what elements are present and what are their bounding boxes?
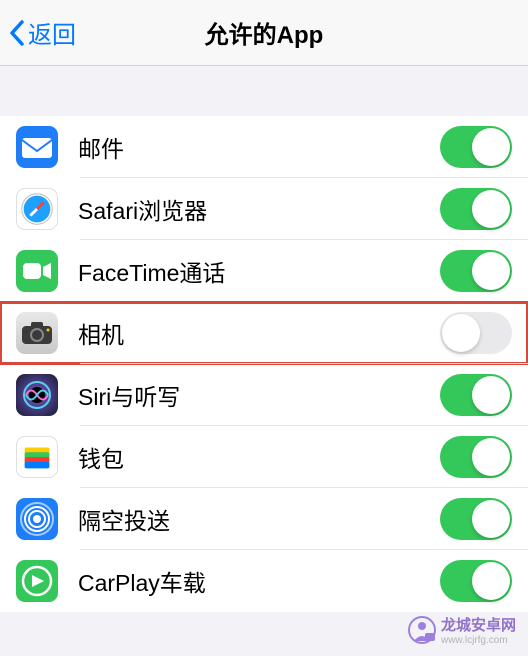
toggle-carplay[interactable] [440, 560, 512, 602]
app-row-mail: 邮件 [0, 116, 528, 178]
toggle-camera[interactable] [440, 312, 512, 354]
app-row-wallet: 钱包 [0, 426, 528, 488]
apps-list: 邮件 Safari浏览器 FaceTime通话相机 Siri与听写钱包隔空投送 CarP… [0, 116, 528, 612]
app-row-facetime: FaceTime通话 [0, 240, 528, 302]
app-label: Siri与听写 [78, 378, 440, 412]
toggle-knob [472, 438, 510, 476]
toggle-knob [472, 562, 510, 600]
app-label: FaceTime通话 [78, 254, 440, 288]
watermark: 龙城安卓网 www.lcjrfg.com [407, 614, 516, 646]
watermark-icon [407, 615, 437, 645]
app-row-siri: Siri与听写 [0, 364, 528, 426]
toggle-siri[interactable] [440, 374, 512, 416]
toggle-wallet[interactable] [440, 436, 512, 478]
toggle-facetime[interactable] [440, 250, 512, 292]
airdrop-icon [16, 498, 58, 540]
toggle-mail[interactable] [440, 126, 512, 168]
app-label: 邮件 [78, 130, 440, 164]
app-label: 相机 [78, 316, 440, 350]
facetime-icon [16, 250, 58, 292]
toggle-safari[interactable] [440, 188, 512, 230]
watermark-url: www.lcjrfg.com [441, 635, 516, 646]
app-row-airdrop: 隔空投送 [0, 488, 528, 550]
toggle-knob [472, 500, 510, 538]
app-label: Safari浏览器 [78, 192, 440, 226]
app-label: 钱包 [78, 440, 440, 474]
mail-icon [16, 126, 58, 168]
back-label: 返回 [28, 15, 76, 50]
safari-icon [16, 188, 58, 230]
camera-icon [16, 312, 58, 354]
section-spacer [0, 66, 528, 116]
app-row-carplay: CarPlay车载 [0, 550, 528, 612]
wallet-icon [16, 436, 58, 478]
toggle-knob [472, 376, 510, 414]
toggle-knob [442, 314, 480, 352]
toggle-airdrop[interactable] [440, 498, 512, 540]
chevron-left-icon [8, 19, 26, 47]
page-title: 允许的App [205, 15, 324, 50]
app-label: 隔空投送 [78, 502, 440, 536]
watermark-text: 龙城安卓网 [441, 614, 516, 635]
app-row-safari: Safari浏览器 [0, 178, 528, 240]
carplay-icon [16, 560, 58, 602]
header: 返回 允许的App [0, 0, 528, 66]
app-row-camera: 相机 [0, 302, 528, 364]
toggle-knob [472, 252, 510, 290]
back-button[interactable]: 返回 [0, 15, 76, 50]
app-label: CarPlay车载 [78, 564, 440, 598]
toggle-knob [472, 128, 510, 166]
siri-icon [16, 374, 58, 416]
toggle-knob [472, 190, 510, 228]
